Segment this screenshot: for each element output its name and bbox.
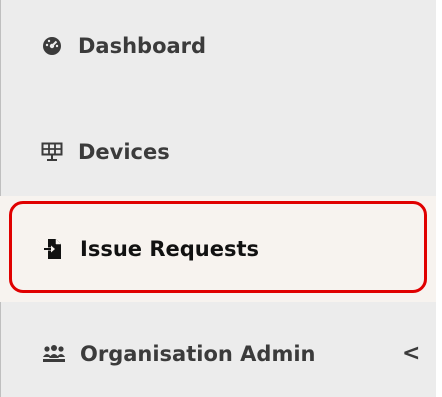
sidebar-item-devices[interactable]: Devices	[0, 132, 436, 172]
content-edge	[436, 0, 442, 397]
sidebar-item-issue-requests[interactable]: Issue Requests	[0, 196, 436, 302]
sidebar-item-label: Devices	[78, 140, 170, 164]
sidebar-item-label: Issue Requests	[80, 237, 259, 261]
sidebar: Dashboard Devices Issue Requests Organis…	[0, 0, 442, 397]
dashboard-gauge-icon	[40, 34, 64, 58]
sidebar-item-label: Dashboard	[78, 34, 207, 58]
file-export-icon	[42, 237, 66, 261]
sidebar-item-dashboard[interactable]: Dashboard	[0, 26, 436, 66]
chevron-left-icon[interactable]: <	[402, 340, 420, 368]
sidebar-item-organisation-admin[interactable]: Organisation Admin	[0, 334, 436, 374]
devices-solar-panel-icon	[40, 140, 64, 164]
users-group-icon	[42, 342, 66, 366]
sidebar-item-label: Organisation Admin	[80, 342, 316, 366]
